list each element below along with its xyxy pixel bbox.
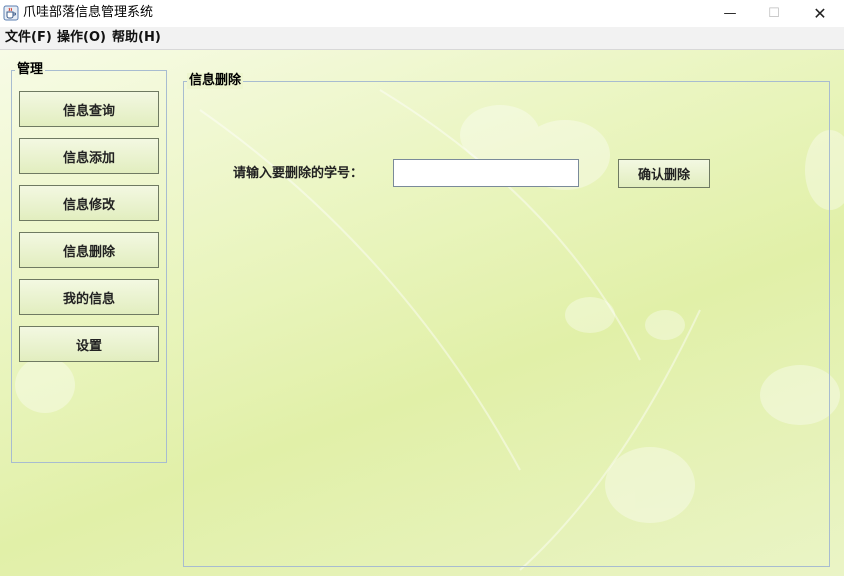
- close-icon: ✕: [813, 4, 827, 23]
- modify-info-button[interactable]: 信息修改: [19, 185, 159, 221]
- delete-info-button[interactable]: 信息删除: [19, 232, 159, 268]
- menu-help[interactable]: 帮助(H): [112, 30, 161, 46]
- delete-panel: [183, 81, 830, 567]
- title-bar: 爪哇部落信息管理系统 — ☐ ✕: [0, 0, 844, 27]
- my-info-button[interactable]: 我的信息: [19, 279, 159, 315]
- menu-operation[interactable]: 操作(O): [57, 30, 106, 46]
- student-id-input[interactable]: [393, 159, 579, 187]
- query-info-button[interactable]: 信息查询: [19, 91, 159, 127]
- window-title: 爪哇部落信息管理系统: [23, 5, 154, 20]
- confirm-delete-button[interactable]: 确认删除: [618, 159, 710, 188]
- menu-bar: 文件(F) 操作(O) 帮助(H): [0, 27, 844, 50]
- student-id-label: 请输入要删除的学号：: [233, 166, 364, 181]
- maximize-button[interactable]: ☐: [751, 0, 797, 27]
- settings-button[interactable]: 设置: [19, 326, 159, 362]
- main-content: 管理 信息查询 信息添加 信息修改 信息删除 我的信息 设置 信息删除 请输入要…: [0, 50, 844, 576]
- management-group-title: 管理: [15, 62, 46, 78]
- add-info-button[interactable]: 信息添加: [19, 138, 159, 174]
- menu-file[interactable]: 文件(F): [5, 30, 52, 46]
- delete-panel-title: 信息删除: [187, 73, 244, 89]
- java-cup-icon: [3, 5, 19, 21]
- minimize-button[interactable]: —: [707, 0, 753, 27]
- maximize-icon: ☐: [768, 6, 780, 21]
- minimize-icon: —: [723, 6, 737, 21]
- close-button[interactable]: ✕: [797, 0, 843, 27]
